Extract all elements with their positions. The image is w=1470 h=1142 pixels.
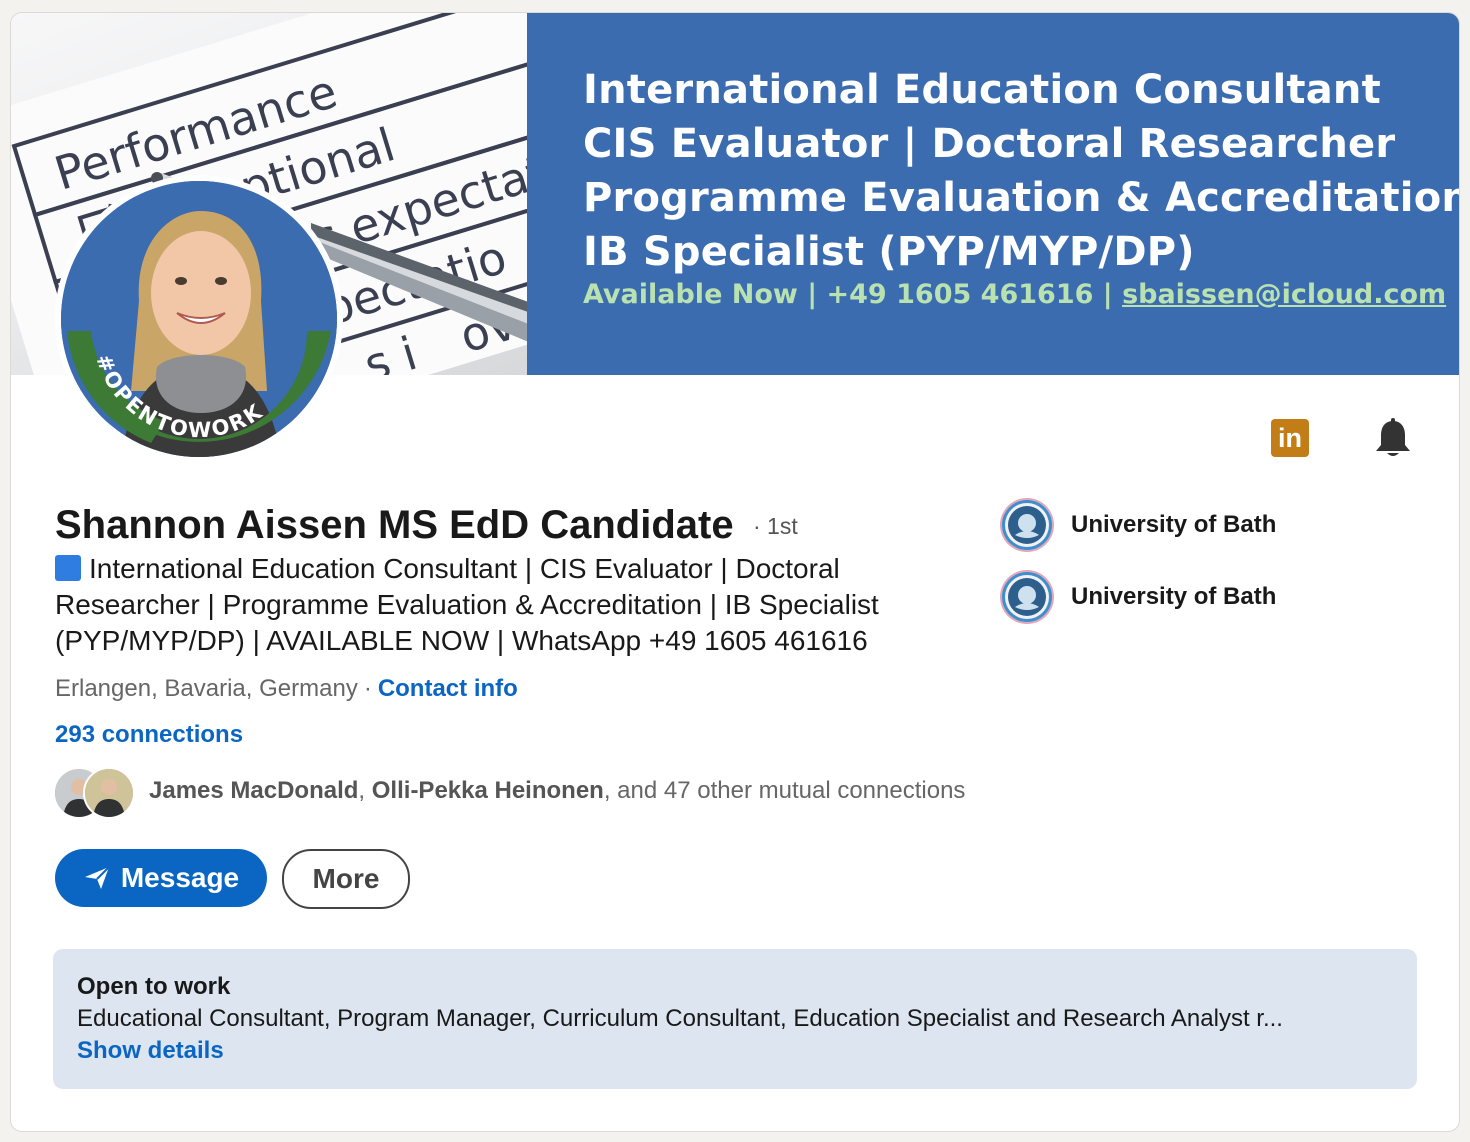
profile-photo[interactable]: #OPENTOWORK	[55, 175, 343, 463]
connections-link[interactable]: 293 connections	[55, 721, 243, 749]
location-separator: ·	[363, 675, 372, 702]
headline-text: International Education Consultant | CIS…	[55, 553, 879, 656]
avatar-portrait: #OPENTOWORK	[61, 181, 337, 457]
open-to-work-roles: Educational Consultant, Program Manager,…	[77, 1005, 1283, 1032]
banner-line-3: Programme Evaluation & Accreditation	[583, 175, 1460, 221]
mutual-rest: , and 47 other mutual connections	[603, 777, 966, 804]
mutual-comma: ,	[358, 777, 372, 804]
location-text: Erlangen, Bavaria, Germany	[55, 675, 358, 702]
bell-icon[interactable]	[1373, 417, 1413, 459]
open-to-work-title: Open to work	[77, 973, 231, 1000]
linkedin-icon[interactable]: in	[1271, 419, 1309, 457]
education-name: University of Bath	[1071, 583, 1277, 610]
contact-info-link[interactable]: Contact info	[378, 675, 518, 702]
banner-text-panel: International Education Consultant CIS E…	[527, 13, 1459, 375]
education-item[interactable]: University of Bath	[999, 569, 1419, 627]
mutual-connection-avatars[interactable]	[53, 767, 137, 819]
education-name: University of Bath	[1071, 511, 1277, 538]
banner-line-1: International Education Consultant	[583, 67, 1381, 113]
mutual-connections-text[interactable]: James MacDonald, Olli-Pekka Heinonen, an…	[149, 777, 965, 805]
profile-card: Performance Exceptional xceeds expectati…	[10, 12, 1460, 1132]
connection-degree: · 1st	[753, 513, 798, 539]
open-to-work-panel: Open to work Educational Consultant, Pro…	[53, 949, 1417, 1089]
message-button[interactable]: Message	[55, 849, 267, 907]
university-of-bath-logo-icon	[1000, 498, 1054, 552]
education-item[interactable]: University of Bath	[999, 497, 1419, 555]
send-icon	[84, 866, 110, 889]
mutual-name-2: Olli-Pekka Heinonen	[371, 777, 604, 804]
banner-line-4: IB Specialist (PYP/MYP/DP)	[583, 229, 1195, 275]
banner-contact-prefix: Available Now | +49 1605 461616 |	[583, 279, 1123, 310]
university-of-bath-logo-icon	[1000, 570, 1054, 624]
avatar: #OPENTOWORK	[61, 181, 337, 457]
show-details-link[interactable]: Show details	[77, 1037, 224, 1065]
profile-name: Shannon Aissen MS EdD Candidate	[55, 503, 734, 547]
blue-square-icon	[55, 555, 81, 581]
banner-line-2: CIS Evaluator | Doctoral Researcher	[583, 121, 1396, 167]
mutual-name-1: James MacDonald	[149, 777, 359, 804]
avatar	[83, 767, 135, 819]
banner-contact-line: Available Now | +49 1605 461616 | sbaiss…	[583, 279, 1446, 310]
profile-location: Erlangen, Bavaria, Germany · Contact info	[55, 675, 518, 703]
profile-headline: International Education Consultant | CIS…	[55, 551, 935, 659]
more-button[interactable]: More	[282, 849, 410, 909]
message-button-label: Message	[120, 862, 240, 893]
banner-contact-email: sbaissen@icloud.com	[1122, 279, 1447, 310]
